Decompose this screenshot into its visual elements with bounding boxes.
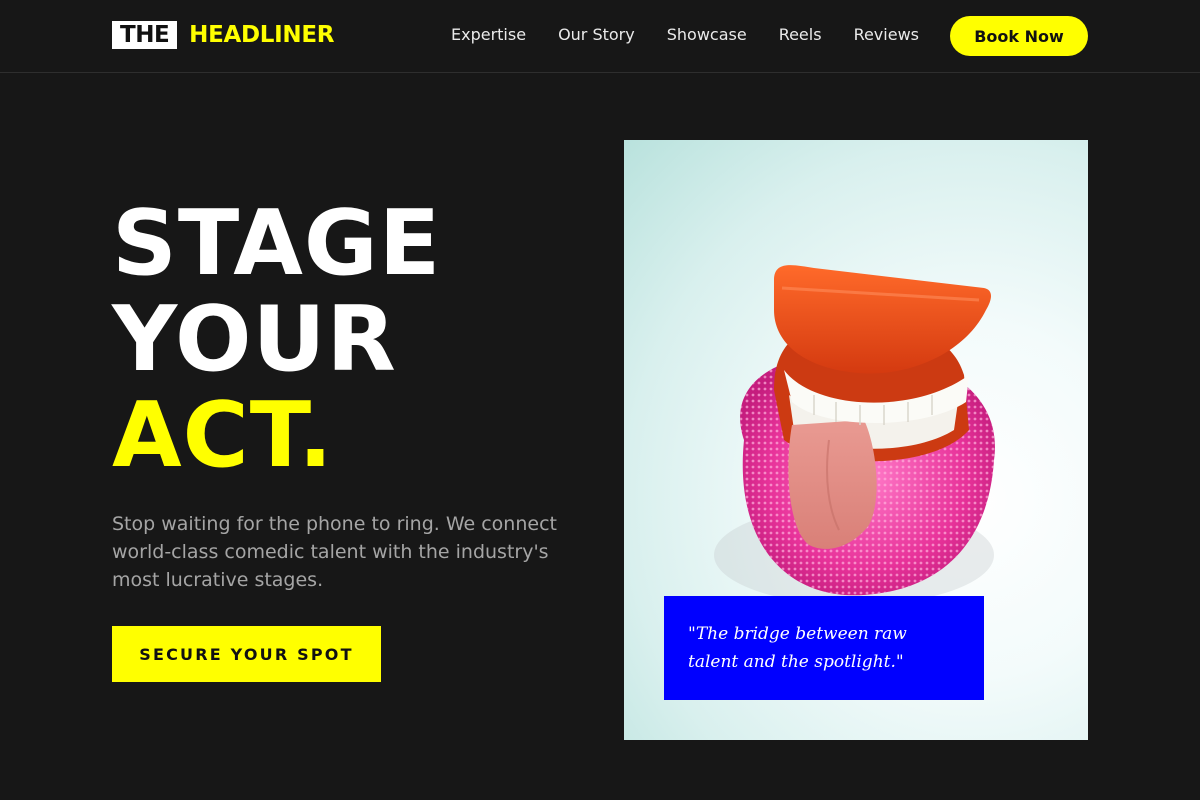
book-now-button[interactable]: Book Now <box>950 16 1088 56</box>
quote-text: "The bridge between raw talent and the s… <box>688 624 907 672</box>
nav-link-showcase[interactable]: Showcase <box>651 23 763 47</box>
top-navbar: THE HEADLINER Expertise Our Story Showca… <box>0 0 1200 73</box>
headline-line-1: STAGE <box>112 191 442 296</box>
nav-links: Expertise Our Story Showcase Reels Revie… <box>435 23 935 47</box>
quote-box: "The bridge between raw talent and the s… <box>664 596 984 700</box>
secure-your-spot-button[interactable]: SECURE YOUR SPOT <box>112 626 381 682</box>
hero-headline: STAGE YOUR ACT. <box>112 196 441 484</box>
logo-box-text: THE <box>112 21 178 49</box>
headline-line-2: YOUR <box>112 287 397 392</box>
nav-link-our-story[interactable]: Our Story <box>542 23 651 47</box>
brand-logo[interactable]: THE HEADLINER <box>112 21 335 49</box>
nav-link-reels[interactable]: Reels <box>763 23 838 47</box>
hero-description: Stop waiting for the phone to ring. We c… <box>112 513 557 591</box>
nav-link-expertise[interactable]: Expertise <box>435 23 542 47</box>
nav-link-reviews[interactable]: Reviews <box>838 23 935 47</box>
headline-line-3: ACT. <box>112 383 334 488</box>
logo-wordmark: HEADLINER <box>189 22 335 48</box>
